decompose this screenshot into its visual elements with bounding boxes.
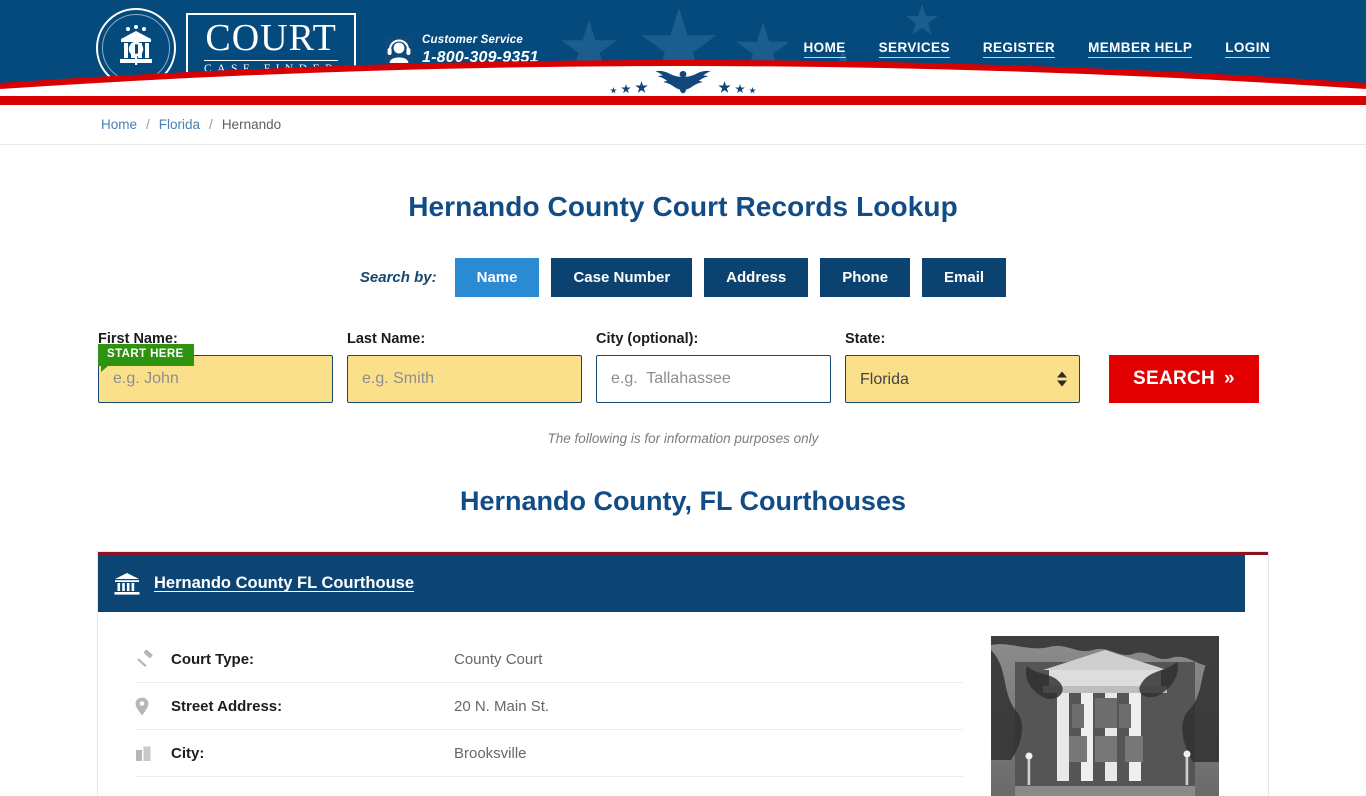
- row-value: County Court: [454, 650, 543, 668]
- customer-service-block[interactable]: Customer Service 1-800-309-9351: [385, 34, 539, 69]
- logo-word: COURT: [205, 16, 337, 59]
- row-label: Court Type:: [171, 650, 255, 668]
- search-button-label: SEARCH: [1133, 368, 1216, 389]
- gavel-icon: [135, 649, 171, 669]
- table-row: Court Type: County Court: [135, 636, 963, 683]
- city-input[interactable]: [596, 355, 831, 403]
- bank-courthouse-icon: [114, 572, 140, 595]
- last-name-label: Last Name:: [347, 331, 426, 347]
- breadcrumb-item-hernando: Hernando: [221, 117, 282, 132]
- tab-email[interactable]: Email: [922, 258, 1007, 297]
- header-red-stripe: [0, 96, 1366, 105]
- nav-item-register[interactable]: REGISTER: [982, 40, 1056, 58]
- tab-case-number[interactable]: Case Number: [551, 258, 693, 297]
- nav-item-home[interactable]: HOME: [803, 40, 846, 58]
- eagle-emblem-icon: [655, 70, 711, 94]
- courthouse-photo: [991, 636, 1219, 796]
- double-chevron-icon: »: [1224, 368, 1235, 389]
- courthouse-name-link[interactable]: Hernando County FL Courthouse: [154, 574, 414, 593]
- row-label: Street Address:: [171, 697, 283, 715]
- nav-item-login[interactable]: LOGIN: [1225, 40, 1270, 58]
- table-row: Street Address: 20 N. Main St.: [135, 683, 963, 730]
- breadcrumb-separator: /: [209, 117, 213, 132]
- city-icon: [135, 745, 171, 762]
- breadcrumb: Home / Florida / Hernando: [0, 105, 1366, 145]
- main-navigation: HOME SERVICES REGISTER MEMBER HELP LOGIN: [803, 40, 1270, 58]
- nav-item-member-help[interactable]: MEMBER HELP: [1088, 40, 1193, 58]
- disclaimer-text: The following is for information purpose…: [547, 431, 819, 446]
- last-name-input[interactable]: [347, 355, 582, 403]
- search-by-label: Search by:: [359, 269, 437, 286]
- page-title: Hernando County Court Records Lookup: [408, 191, 958, 222]
- city-label: City (optional):: [596, 331, 699, 347]
- courthouse-detail-list: Court Type: County Court Street Address:…: [98, 636, 963, 796]
- tab-name[interactable]: Name: [454, 258, 540, 297]
- map-pin-icon: [135, 697, 171, 716]
- headset-support-icon: [385, 36, 413, 67]
- eagle-star-row: [583, 68, 783, 94]
- logo-subtitle: CASE FINDER: [204, 62, 339, 75]
- site-logo[interactable]: COURT CASE FINDER: [96, 8, 357, 88]
- search-form: START HERE First Name: Last Name: City (…: [98, 331, 1268, 403]
- start-here-badge: START HERE: [98, 344, 194, 371]
- row-value: Brooksville: [454, 744, 527, 762]
- search-button[interactable]: SEARCH »: [1109, 355, 1259, 403]
- customer-service-label: Customer Service: [422, 34, 523, 46]
- table-row: City: Brooksville: [135, 730, 963, 777]
- breadcrumb-item-florida[interactable]: Florida: [159, 117, 200, 132]
- row-value: 20 N. Main St.: [454, 697, 550, 715]
- courthouse-card-header: Hernando County FL Courthouse: [98, 555, 1245, 612]
- courthouse-card: Hernando County FL Courthouse Court Type…: [98, 552, 1268, 796]
- court-seal-icon: [96, 8, 176, 88]
- tab-phone[interactable]: Phone: [820, 258, 911, 297]
- customer-service-phone[interactable]: 1-800-309-9351: [422, 48, 539, 69]
- state-label: State:: [845, 331, 886, 347]
- tab-address[interactable]: Address: [704, 258, 809, 297]
- search-by-tabs: Search by: Name Case Number Address Phon…: [0, 258, 1366, 297]
- breadcrumb-separator: /: [146, 117, 150, 132]
- breadcrumb-item-home[interactable]: Home: [101, 117, 137, 132]
- nav-item-services[interactable]: SERVICES: [878, 40, 950, 58]
- courthouses-section-title: Hernando County, FL Courthouses: [459, 486, 906, 516]
- row-label: City:: [171, 744, 205, 762]
- site-header: COURT CASE FINDER Customer Service 1-800…: [0, 0, 1366, 96]
- state-select[interactable]: Florida: [845, 355, 1080, 403]
